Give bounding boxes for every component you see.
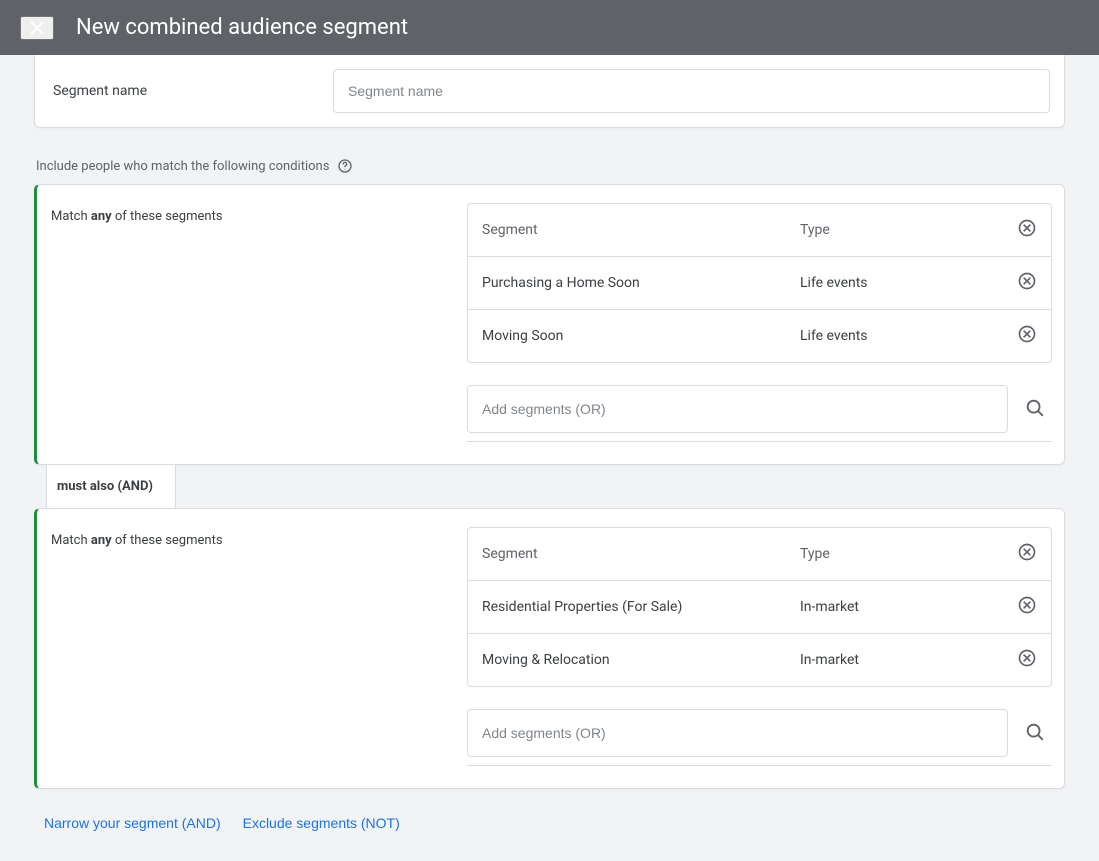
segment-name-label: Segment name	[49, 83, 333, 99]
table-row: Moving & Relocation In-market	[468, 634, 1051, 686]
dialog-title: New combined audience segment	[76, 15, 408, 40]
segment-type-cell: In-market	[800, 652, 1007, 668]
col-header-type: Type	[800, 546, 1007, 562]
col-header-segment: Segment	[482, 546, 800, 562]
table-header-row: Segment Type	[468, 528, 1051, 581]
segment-name-cell: Moving & Relocation	[482, 652, 800, 668]
match-label: Match any of these segments	[51, 527, 467, 766]
table-header-row: Segment Type	[468, 204, 1051, 257]
match-group: Match any of these segments Segment Type…	[34, 184, 1065, 465]
divider	[467, 441, 1052, 442]
add-segments-input[interactable]	[467, 385, 1008, 433]
segment-name-cell: Moving Soon	[482, 328, 800, 344]
table-row: Residential Properties (For Sale) In-mar…	[468, 581, 1051, 634]
table-row: Moving Soon Life events	[468, 310, 1051, 362]
include-intro: Include people who match the following c…	[36, 158, 1065, 174]
and-connector: must also (AND)	[46, 465, 176, 508]
match-label: Match any of these segments	[51, 203, 467, 442]
segment-name-card: Segment name	[34, 55, 1065, 128]
segment-name-cell: Purchasing a Home Soon	[482, 275, 800, 291]
col-header-type: Type	[800, 222, 1007, 238]
narrow-segment-button[interactable]: Narrow your segment (AND)	[44, 815, 221, 831]
segment-table: Segment Type Residential Properties (For…	[467, 527, 1052, 687]
remove-segment-button[interactable]	[1017, 595, 1037, 615]
remove-segment-button[interactable]	[1017, 271, 1037, 291]
remove-segment-button[interactable]	[1017, 648, 1037, 668]
match-group: Match any of these segments Segment Type…	[34, 508, 1065, 789]
segment-name-input[interactable]	[333, 69, 1050, 113]
segment-type-cell: Life events	[800, 275, 1007, 291]
help-icon[interactable]	[337, 158, 353, 174]
table-row: Purchasing a Home Soon Life events	[468, 257, 1051, 310]
segment-table: Segment Type Purchasing a Home Soon Life…	[467, 203, 1052, 363]
exclude-segments-button[interactable]: Exclude segments (NOT)	[243, 815, 400, 831]
divider	[467, 765, 1052, 766]
close-button[interactable]	[20, 16, 54, 40]
segment-name-cell: Residential Properties (For Sale)	[482, 599, 800, 615]
search-button[interactable]	[1018, 715, 1052, 752]
remove-segment-button[interactable]	[1017, 324, 1037, 344]
remove-group-button[interactable]	[1017, 542, 1037, 562]
include-intro-text: Include people who match the following c…	[36, 159, 329, 174]
search-button[interactable]	[1018, 391, 1052, 428]
dialog-header: New combined audience segment	[0, 0, 1099, 55]
col-header-segment: Segment	[482, 222, 800, 238]
footer-actions: Narrow your segment (AND) Exclude segmen…	[34, 815, 1065, 831]
segment-type-cell: Life events	[800, 328, 1007, 344]
remove-group-button[interactable]	[1017, 218, 1037, 238]
segment-type-cell: In-market	[800, 599, 1007, 615]
add-segments-input[interactable]	[467, 709, 1008, 757]
